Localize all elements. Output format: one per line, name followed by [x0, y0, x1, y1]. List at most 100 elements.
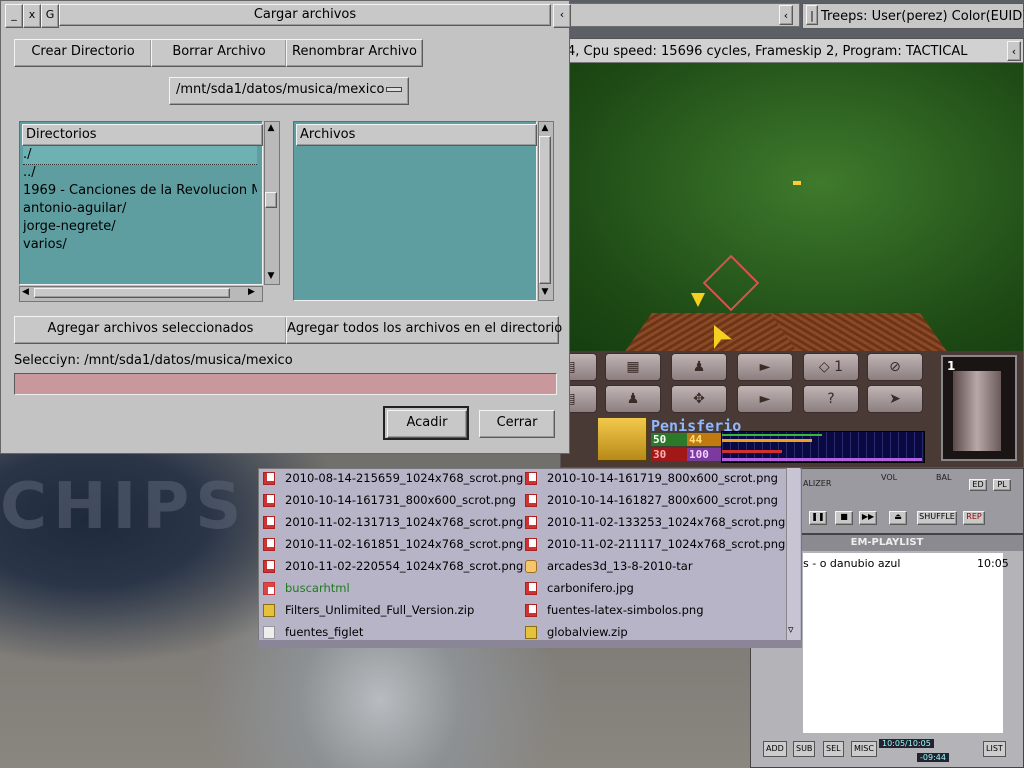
window-scroll-button[interactable]: ‹ — [779, 5, 793, 25]
playlist-sel-button[interactable]: SEL — [823, 741, 844, 757]
file-item[interactable]: 2010-11-02-161851_1024x768_scrot.png — [263, 537, 523, 551]
file-item[interactable]: 2010-08-14-215659_1024x768_scrot.png — [263, 471, 523, 485]
repeat-button[interactable]: REP — [963, 511, 985, 525]
scroll-down-icon[interactable]: ▼ — [539, 286, 551, 298]
file-item[interactable]: Filters_Unlimited_Full_Version.zip — [263, 603, 474, 617]
shuffle-button[interactable]: SHUFFLE — [917, 511, 957, 525]
directories-vscrollbar[interactable]: ▲ ▼ — [264, 121, 280, 285]
file-item[interactable]: globalview.zip — [525, 625, 628, 639]
game-status-bar: 4, Cpu speed: 15696 cycles, Frameskip 2,… — [561, 39, 1023, 63]
scroll-down-icon[interactable]: ▿ — [788, 623, 794, 636]
directories-vscroll-thumb[interactable] — [265, 192, 277, 208]
unit-marker-icon — [691, 293, 705, 307]
dropdown-indicator-icon — [386, 87, 402, 92]
playlist-list[interactable]: s - o danubio azul 10:05 — [803, 553, 1009, 733]
pl-button[interactable]: PL — [993, 479, 1011, 491]
next-button[interactable]: ▶▶ — [859, 511, 877, 525]
file-item[interactable]: 2010-10-14-161719_800x600_scrot.png — [525, 471, 778, 485]
playlist-sub-button[interactable]: SUB — [793, 741, 816, 757]
hud-button-stand[interactable]: ♟ — [605, 385, 661, 413]
files-vscroll-thumb[interactable] — [539, 136, 551, 284]
wallpaper-text: CHIPS — [0, 470, 248, 544]
image-file-icon — [525, 581, 537, 595]
files-header: Archivos — [296, 124, 537, 146]
file-item[interactable]: arcades3d_13-8-2010-tar — [525, 559, 693, 573]
dialog-scroll-button[interactable]: ‹ — [553, 4, 571, 28]
file-item[interactable]: 2010-11-02-211117_1024x768_scrot.png — [525, 537, 785, 551]
scroll-up-icon[interactable]: ▲ — [539, 122, 551, 134]
close-button[interactable]: Cerrar — [479, 410, 555, 438]
file-item[interactable]: fuentes-latex-simbolos.png — [525, 603, 704, 617]
hud-button-next-unit[interactable]: ► — [737, 353, 793, 381]
hud-button-cancel[interactable]: ⊘ — [867, 353, 923, 381]
directory-item[interactable]: 1969 - Canciones de la Revolucion Mex — [23, 182, 257, 200]
game-window-scroll-button[interactable]: ‹ — [1007, 41, 1021, 61]
directory-item[interactable]: varios/ — [23, 236, 257, 254]
portrait-image — [953, 371, 1001, 451]
image-file-icon — [263, 537, 275, 551]
dialog-title: Cargar archivos — [59, 4, 551, 26]
create-directory-button[interactable]: Crear Directorio — [14, 39, 152, 67]
playlist-item-title[interactable]: s - o danubio azul — [803, 557, 900, 570]
file-item[interactable]: 2010-11-02-133253_1024x768_scrot.png — [525, 515, 785, 529]
health-bar — [722, 450, 782, 453]
add-selected-files-button[interactable]: Agregar archivos seleccionados — [14, 316, 287, 344]
add-all-files-button[interactable]: Agregar todos los archivos en el directo… — [286, 316, 562, 344]
file-name: 2010-10-14-161731_800x600_scrot.png — [285, 493, 516, 507]
treeps-menu-button[interactable]: | — [806, 5, 818, 25]
ed-button[interactable]: ED — [969, 479, 987, 491]
minimize-button[interactable]: _ — [5, 4, 23, 28]
directory-item[interactable]: ./ — [23, 146, 257, 165]
hud-button-end-turn[interactable]: ➤ — [867, 385, 923, 413]
file-item[interactable]: carbonifero.jpg — [525, 581, 634, 595]
accept-button[interactable]: Acadir — [387, 410, 467, 438]
files-vscrollbar[interactable]: ▲ ▼ — [538, 121, 554, 301]
scroll-up-icon[interactable]: ▲ — [265, 122, 277, 134]
file-name: 2010-11-02-211117_1024x768_scrot.png — [547, 537, 786, 551]
directories-listbox[interactable]: Directorios ./../1969 - Canciones de la … — [19, 121, 263, 285]
window-menu-button[interactable]: G — [41, 4, 59, 28]
file-item[interactable]: buscarhtml — [263, 581, 350, 595]
delete-file-button[interactable]: Borrar Archivo — [151, 39, 287, 67]
hud-button-options[interactable]: ? — [803, 385, 859, 413]
file-item[interactable]: 2010-10-14-161827_800x600_scrot.png — [525, 493, 778, 507]
hud-button-center[interactable]: ✥ — [671, 385, 727, 413]
scroll-down-icon[interactable]: ▼ — [265, 270, 277, 282]
directory-item[interactable]: ../ — [23, 164, 257, 182]
file-item[interactable]: fuentes_figlet — [263, 625, 363, 639]
background-window-titlebar: ‹ — [570, 3, 800, 27]
stop-button[interactable]: ■ — [835, 511, 853, 525]
directory-item[interactable]: antonio-aguilar/ — [23, 200, 257, 218]
game-battlefield[interactable] — [561, 63, 1023, 351]
file-name: fuentes_figlet — [285, 625, 364, 639]
rename-file-button[interactable]: Renombrar Archivo — [286, 39, 423, 67]
stat-bars — [721, 431, 925, 463]
directories-hscrollbar[interactable]: ◀ ▶ — [19, 286, 263, 302]
playlist-misc-button[interactable]: MISC — [851, 741, 877, 757]
scroll-right-icon[interactable]: ▶ — [248, 287, 255, 297]
file-name: arcades3d_13-8-2010-tar — [547, 559, 693, 573]
stat-time-units: 50 — [651, 433, 687, 446]
eject-button[interactable]: ⏏ — [889, 511, 907, 525]
close-window-button[interactable]: x — [23, 4, 41, 28]
file-item[interactable]: 2010-11-02-220554_1024x768_scrot.png — [263, 559, 523, 573]
path-dropdown[interactable]: /mnt/sda1/datos/musica/mexico — [169, 77, 409, 105]
hud-button-kneel[interactable]: ♟ — [671, 353, 727, 381]
weapon-slot[interactable] — [597, 417, 647, 461]
file-manager-scrollbar[interactable]: ▿ — [786, 468, 800, 640]
hud-button-level[interactable]: ◇ 1 — [803, 353, 859, 381]
file-item[interactable]: 2010-11-02-131713_1024x768_scrot.png — [263, 515, 523, 529]
directories-hscroll-thumb[interactable] — [34, 288, 230, 298]
selection-input[interactable] — [14, 373, 557, 395]
file-item[interactable]: 2010-10-14-161731_800x600_scrot.png — [263, 493, 516, 507]
playlist-list-button[interactable]: LIST — [983, 741, 1006, 757]
file-name: 2010-10-14-161827_800x600_scrot.png — [547, 493, 778, 507]
file-name: globalview.zip — [547, 625, 628, 639]
pause-button[interactable]: ❚❚ — [809, 511, 827, 525]
scroll-left-icon[interactable]: ◀ — [22, 287, 29, 297]
hud-button-done-unit[interactable]: ► — [737, 385, 793, 413]
playlist-add-button[interactable]: ADD — [763, 741, 787, 757]
hud-button-inventory[interactable]: ▦ — [605, 353, 661, 381]
files-listbox[interactable]: Archivos — [293, 121, 537, 301]
directory-item[interactable]: jorge-negrete/ — [23, 218, 257, 236]
